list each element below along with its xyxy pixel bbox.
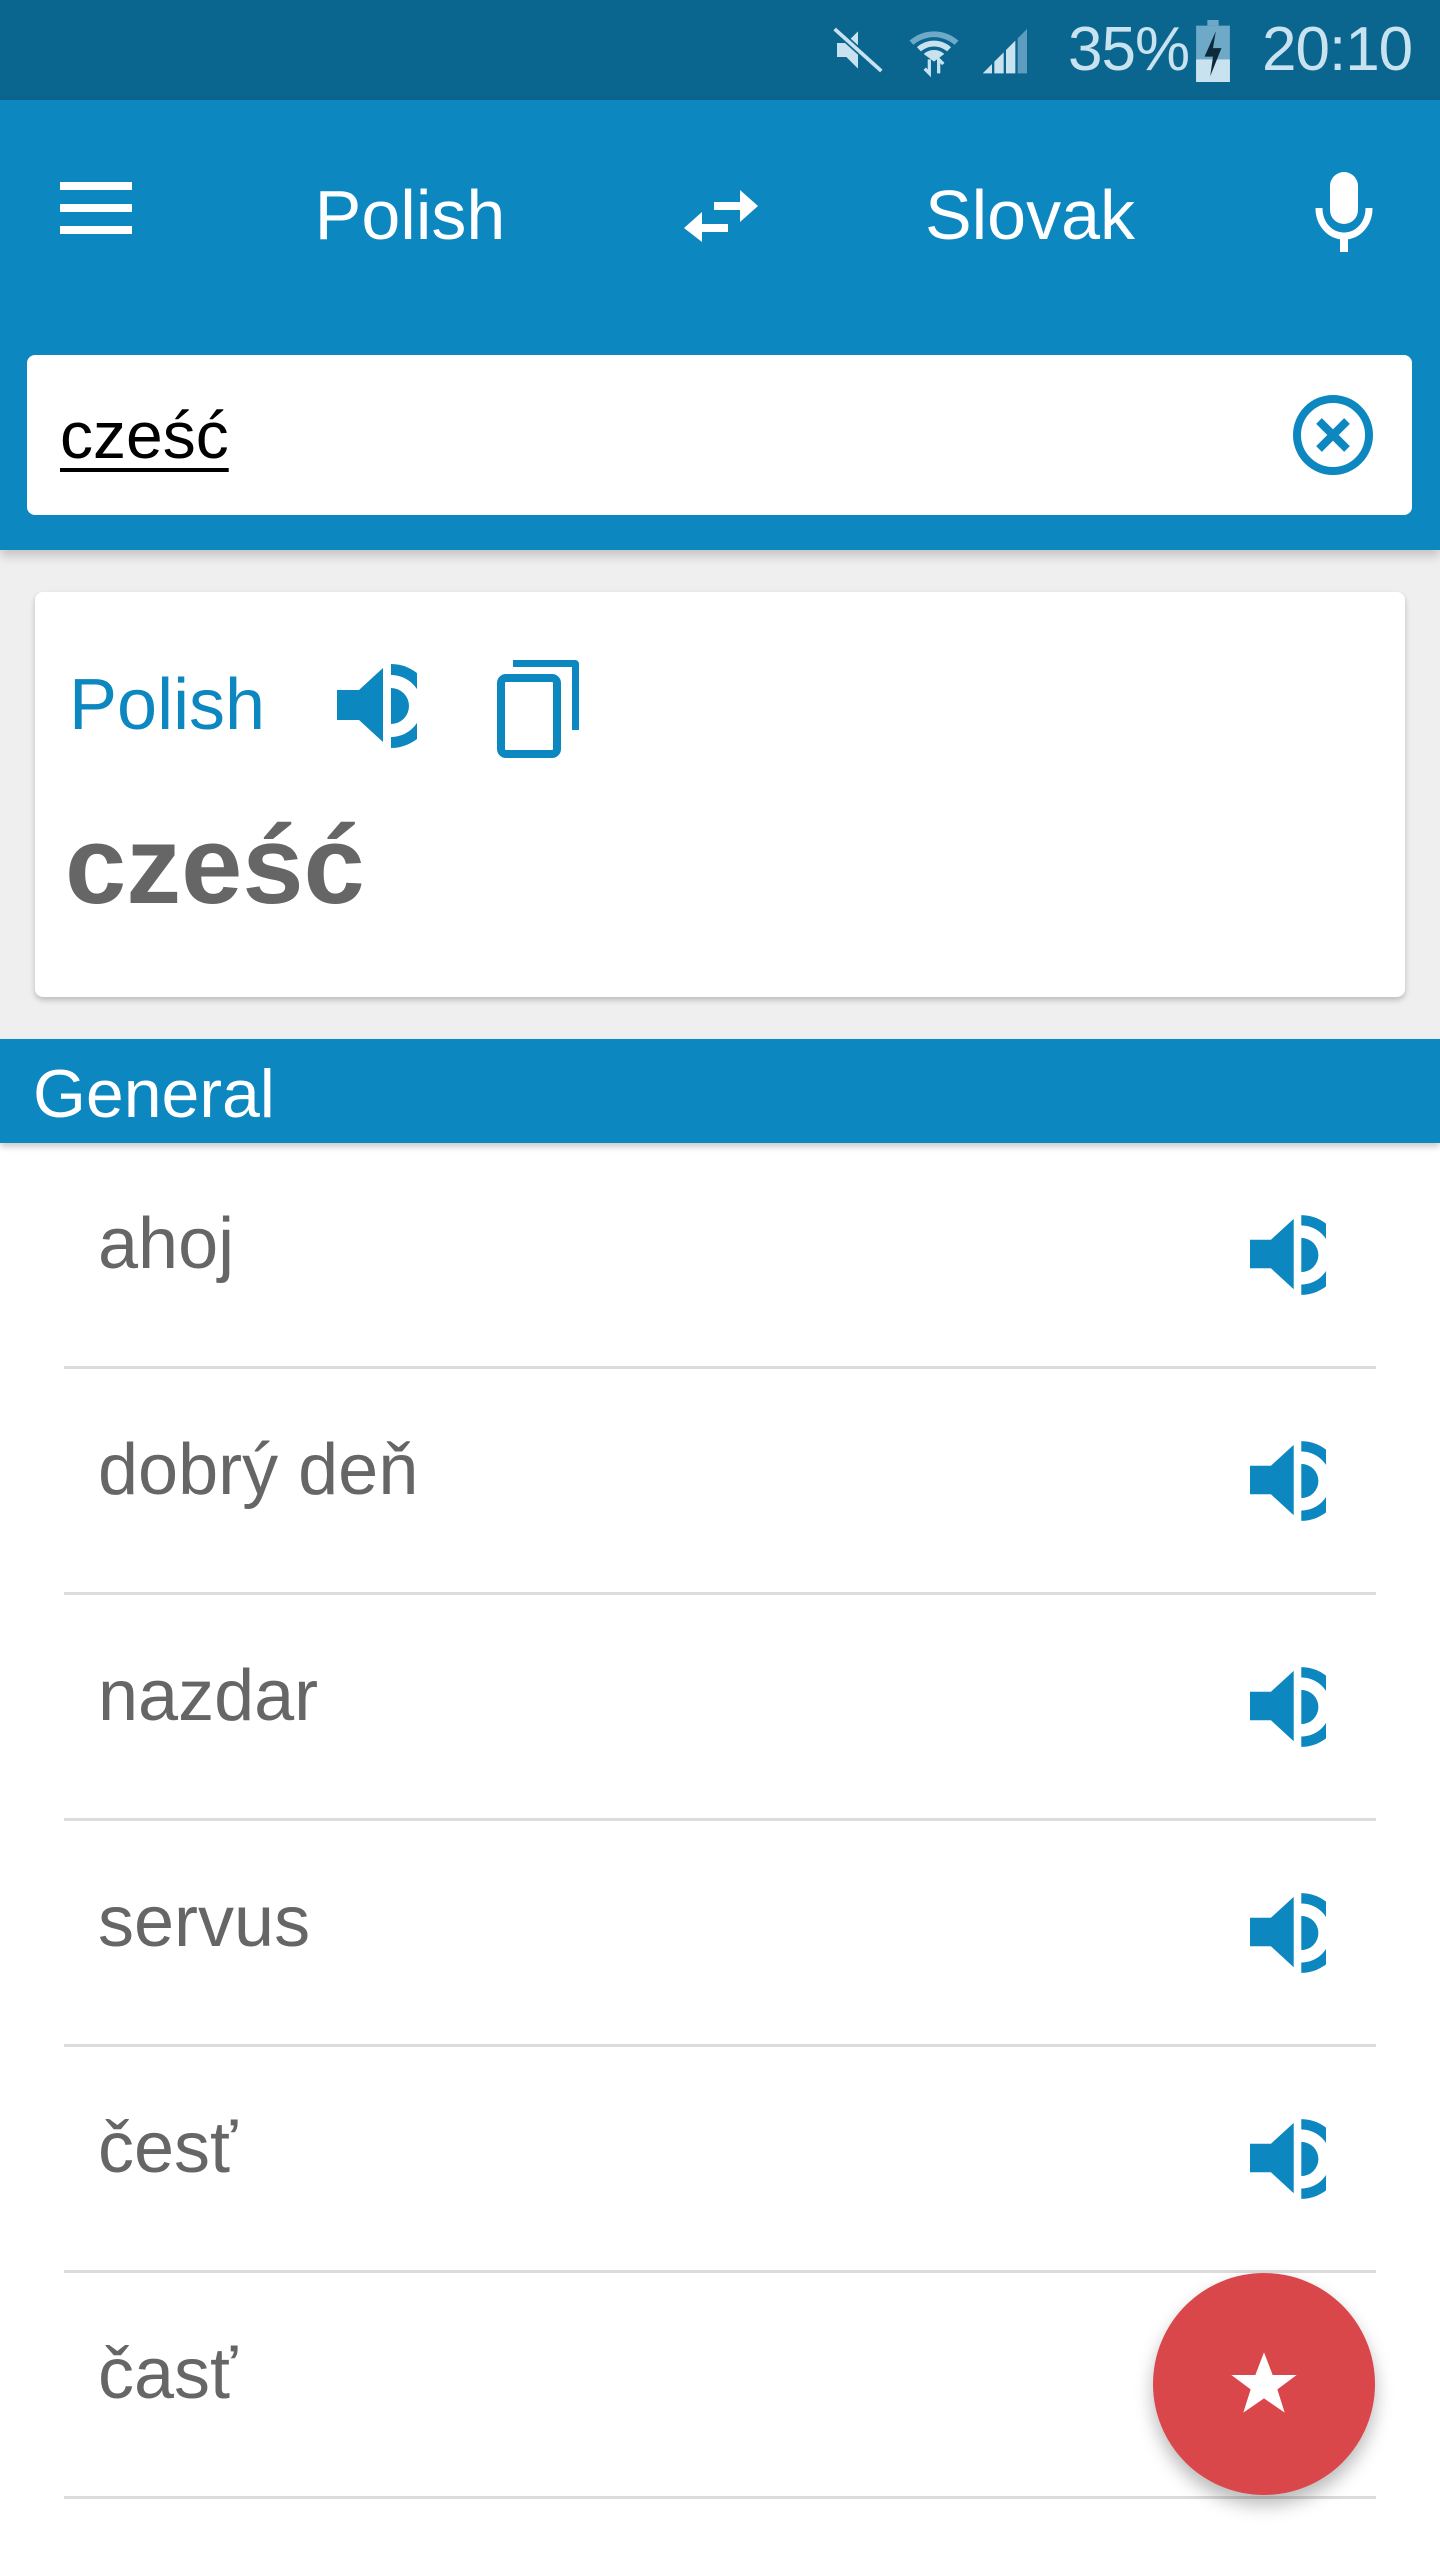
result-row[interactable]: servus	[0, 1821, 1440, 2047]
mic-icon[interactable]	[1314, 170, 1374, 254]
result-row[interactable]: dobrý deň	[0, 1369, 1440, 1595]
copy-icon[interactable]	[497, 658, 581, 758]
source-word: cześć	[65, 804, 365, 927]
source-language-button[interactable]: Polish	[260, 170, 560, 260]
result-text: česť	[98, 2108, 238, 2188]
search-input[interactable]	[60, 395, 1260, 475]
speaker-icon[interactable]	[1250, 2119, 1342, 2209]
result-text: nazdar	[98, 1656, 319, 1736]
section-title: General	[33, 1056, 275, 1132]
result-text: časť	[98, 2334, 238, 2414]
result-text: ahoj	[98, 1204, 235, 1284]
result-text: dobrý deň	[98, 1430, 419, 1510]
favorite-fab-button[interactable]	[1153, 2273, 1375, 2495]
battery-charging-icon	[1196, 20, 1230, 87]
mute-icon	[830, 22, 886, 83]
divider	[64, 2496, 1376, 2499]
speaker-icon[interactable]	[337, 664, 433, 748]
result-row[interactable]: nazdar	[0, 1595, 1440, 1821]
speaker-icon[interactable]	[1250, 1893, 1342, 1983]
status-bar: 35% 20:10	[0, 0, 1440, 100]
speaker-icon[interactable]	[1250, 1441, 1342, 1531]
battery-percent: 35%	[1068, 15, 1190, 84]
result-row[interactable]: česť	[0, 2047, 1440, 2273]
app-bar: Polish Slovak	[0, 100, 1440, 550]
clear-circle-icon[interactable]	[1290, 392, 1376, 478]
target-language-button[interactable]: Slovak	[880, 170, 1180, 260]
search-box	[27, 355, 1412, 515]
speaker-icon[interactable]	[1250, 1215, 1342, 1305]
wifi-icon	[906, 22, 962, 83]
result-row[interactable]: ahoj	[0, 1143, 1440, 1369]
clock: 20:10	[1262, 15, 1413, 84]
section-header: General	[0, 1039, 1440, 1143]
speaker-icon[interactable]	[1250, 1667, 1342, 1757]
star-icon	[1231, 2352, 1297, 2413]
signal-icon	[978, 22, 1034, 83]
result-text: servus	[98, 1882, 311, 1962]
menu-icon[interactable]	[58, 180, 134, 236]
swap-icon[interactable]	[684, 184, 758, 242]
source-word-card: Polish cześć	[35, 592, 1405, 997]
source-language-label: Polish	[69, 665, 266, 745]
